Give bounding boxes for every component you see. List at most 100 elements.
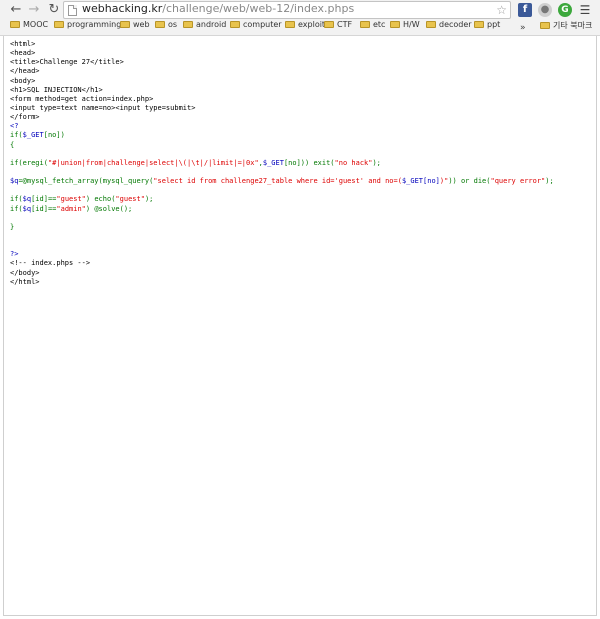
source-token: ); xyxy=(372,158,381,167)
source-line: if(eregi("#|union|from|challenge|select|… xyxy=(10,159,554,168)
folder-icon xyxy=(120,21,130,28)
facebook-icon[interactable]: f xyxy=(518,3,532,17)
bookmark-label: ppt xyxy=(487,20,501,29)
source-token: <title>Challenge 27</title> xyxy=(10,58,124,67)
bookmark-label: decoder xyxy=(439,20,472,29)
source-token: if(eregi( xyxy=(10,158,48,167)
page-icon xyxy=(68,5,77,16)
source-line: </html> xyxy=(10,278,554,287)
source-token: <html> xyxy=(10,40,36,48)
source-token: if( xyxy=(10,131,23,140)
url-host: webhacking.kr xyxy=(82,2,163,15)
address-bar[interactable]: webhacking.kr/challenge/web/web-12/index… xyxy=(63,1,511,19)
bookmark-decoder[interactable]: decoder xyxy=(426,20,472,36)
source-token: $_GET[no] xyxy=(401,177,440,186)
source-line: ​ xyxy=(10,232,554,241)
source-token: <head> xyxy=(10,49,36,58)
source-line: ​ xyxy=(10,214,554,223)
page-viewport: <html> <head> <title>Challenge 27</title> <… xyxy=(3,36,597,616)
bookmark-label: exploit xyxy=(298,20,326,29)
source-token: [id]== xyxy=(31,195,57,204)
extension-gray-icon[interactable]: ● xyxy=(538,3,552,17)
bookmark-programming[interactable]: programming xyxy=(54,20,121,36)
source-line: } xyxy=(10,223,554,232)
bookmark-computer[interactable]: computer xyxy=(230,20,282,36)
source-token: if( xyxy=(10,204,23,213)
source-line: ​ xyxy=(10,150,554,159)
source-line: <h1>SQL INJECTION</h1> xyxy=(10,86,554,95)
source-line: ​ xyxy=(10,168,554,177)
php-source-listing: <html> <head> <title>Challenge 27</title> <… xyxy=(10,40,554,287)
source-token: ); xyxy=(144,195,154,204)
bookmark-label: computer xyxy=(243,20,282,29)
source-line: <input type=text name=no><input type=sub… xyxy=(10,104,554,113)
source-line: <body> xyxy=(10,77,554,86)
bookmark-mooc[interactable]: MOOC xyxy=(10,20,48,36)
source-token: </body> xyxy=(10,268,40,277)
source-token: "query error" xyxy=(490,177,546,186)
source-token: "select id from challenge27_table where … xyxy=(153,177,402,186)
source-line: </body> xyxy=(10,269,554,278)
source-line: ​ xyxy=(10,241,554,250)
source-token: =@mysql_fetch_array(mysql_query( xyxy=(18,177,154,186)
folder-icon xyxy=(230,21,240,28)
source-token: ); xyxy=(545,177,554,186)
back-arrow-icon[interactable]: ← xyxy=(8,2,24,18)
source-line: if($q[id]=="guest") echo("guest"); xyxy=(10,195,554,204)
menu-icon[interactable]: ☰ xyxy=(578,3,592,17)
source-token: "guest" xyxy=(56,195,86,204)
forward-arrow-icon[interactable]: → xyxy=(26,2,42,18)
bookmark-label: programming xyxy=(67,20,122,29)
source-token: <input type=text name=no><input type=sub… xyxy=(10,103,196,112)
bookmark-ppt[interactable]: ppt xyxy=(474,20,500,36)
bookmark-android[interactable]: android xyxy=(183,20,226,36)
source-line: <!-- index.phps --> xyxy=(10,259,554,268)
source-token: } xyxy=(10,222,15,231)
url-text[interactable]: webhacking.kr/challenge/web/web-12/index… xyxy=(82,2,354,18)
source-line: </head> xyxy=(10,67,554,76)
source-token: [no]) xyxy=(43,131,65,140)
bookmark-etc[interactable]: etc xyxy=(360,20,385,36)
folder-icon xyxy=(285,21,295,28)
source-token: <h1>SQL INJECTION</h1> xyxy=(10,85,103,94)
source-token: <body> xyxy=(10,76,36,85)
folder-icon xyxy=(390,21,400,28)
bookmark-os[interactable]: os xyxy=(155,20,177,36)
source-token: ) @solve(); xyxy=(85,204,133,213)
bookmark-ctf[interactable]: CTF xyxy=(324,20,352,36)
source-line: <form method=get action=index.php> xyxy=(10,95,554,104)
folder-icon xyxy=(54,21,64,28)
reload-icon[interactable]: ↻ xyxy=(46,2,62,18)
source-token: [no])) exit( xyxy=(283,158,335,167)
bookmark-exploit[interactable]: exploit xyxy=(285,20,325,36)
star-icon[interactable]: ☆ xyxy=(496,2,507,18)
source-token: </head> xyxy=(10,67,40,76)
browser-toolbar: ← → ↻ webhacking.kr/challenge/web/web-12… xyxy=(0,0,600,36)
source-token: "admin" xyxy=(56,204,86,213)
folder-icon xyxy=(426,21,436,28)
folder-icon xyxy=(183,21,193,28)
bookmark-overflow-button[interactable]: » xyxy=(520,20,526,36)
bookmark-web[interactable]: web xyxy=(120,20,150,36)
source-line: </form> xyxy=(10,113,554,122)
bookmark-label: 기타 북마크 xyxy=(553,21,593,30)
source-line: <head> xyxy=(10,49,554,58)
source-token: "guest" xyxy=(115,195,145,204)
extension-green-icon[interactable]: G xyxy=(558,3,572,17)
source-line: if($_GET[no]) xyxy=(10,131,554,140)
source-token: "#|union|from|challenge|select|\(|\t|/|l… xyxy=(47,158,259,167)
bookmark-label: os xyxy=(168,20,178,29)
source-token: </form> xyxy=(10,113,40,122)
url-path: /challenge/web/web-12/index.phps xyxy=(162,2,355,15)
source-token: $q xyxy=(22,195,32,204)
bookmark-label: H/W xyxy=(403,20,420,29)
bookmark-h-w[interactable]: H/W xyxy=(390,20,420,36)
source-token: $_GET xyxy=(22,131,44,140)
folder-icon xyxy=(474,21,484,28)
source-line: <title>Challenge 27</title> xyxy=(10,58,554,67)
bookmark-other-bookmarks[interactable]: 기타 북마크 xyxy=(540,20,592,36)
source-token: "no hack" xyxy=(334,158,373,167)
folder-icon xyxy=(10,21,20,28)
folder-icon xyxy=(155,21,165,28)
source-token: <? xyxy=(10,122,19,131)
